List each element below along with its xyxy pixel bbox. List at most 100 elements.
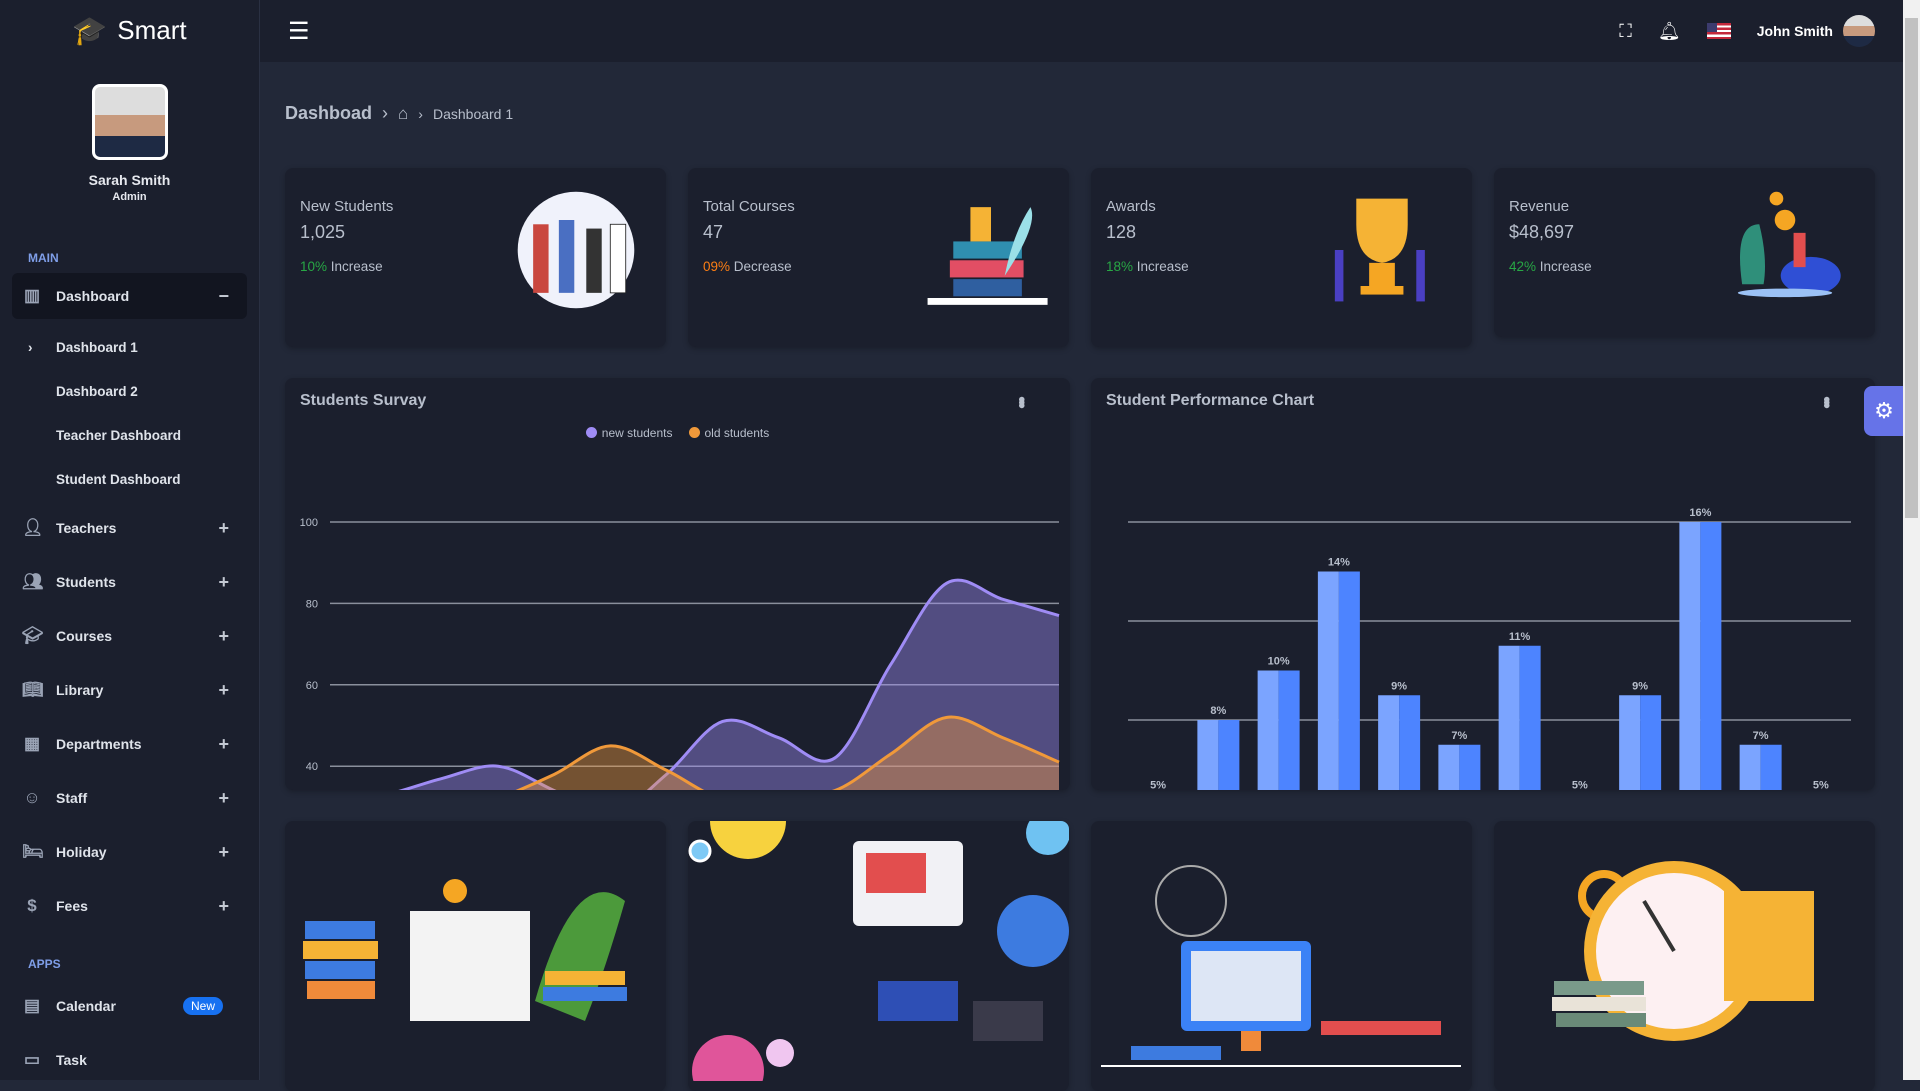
expand-icon: + [218,895,229,916]
label: Courses [56,628,113,644]
label: Holiday [56,844,107,860]
label: Teachers [56,520,117,536]
menu-icon[interactable]: ☰ [288,17,310,46]
stat-percent: 42% [1509,259,1537,274]
bar-data-label: 9% [1632,680,1648,692]
person-icon: 👤︎ [22,518,44,537]
avatar[interactable] [91,84,168,160]
chevron-right-icon: › [28,339,33,355]
sidebar-item-fees[interactable]: $ Fees + [0,879,259,933]
bar-oct[interactable] [1679,522,1701,790]
stat-change: 10% Increase [300,259,383,274]
stat-illustration [1737,191,1841,298]
stat-card-awards: Awards 128 18% Increase [1091,168,1472,347]
expand-icon: + [218,733,229,754]
task-icon: ▭ [23,1050,41,1069]
bar-data-label: 9% [1391,680,1407,692]
y-tick-label: 40 [306,761,318,773]
students-survey-card: Students Survay ••• new students old stud… [285,378,1070,790]
new-badge: New [182,997,223,1015]
label: Dashboard 1 [56,339,138,355]
label: Library [56,682,104,698]
breadcrumb: Dashboad › ⌂ › Dashboard 1 [285,103,513,124]
bar-shade-oct [1700,522,1722,790]
bar-feb[interactable] [1197,720,1219,790]
stat-trend: Increase [1539,259,1592,274]
profile-name: Sarah Smith [88,172,171,188]
sidebar-item-library[interactable]: 📖︎ Library + [0,663,259,717]
sidebar-subitem-student-dashboard[interactable]: Student Dashboard [0,457,259,501]
bar-shade-nov [1760,744,1782,790]
online-learning-illustration [688,821,1069,1091]
stat-value: $48,697 [1509,222,1575,242]
us-flag-icon[interactable] [1706,23,1731,39]
stat-illustration [1334,198,1425,302]
settings-gear-button[interactable]: ⚙ [1864,386,1904,436]
profile-role: Admin [112,191,147,203]
stat-card-revenue: Revenue $48,697 42% Increase [1494,168,1875,337]
bar-jun[interactable] [1438,744,1460,790]
logo[interactable]: 🎓 Smart [0,0,259,60]
sidebar-item-teachers[interactable]: 👤︎ Teachers + [0,501,259,555]
sidebar-subitem-dashboard-1[interactable]: › Dashboard 1 [0,325,259,369]
bar-sep[interactable] [1619,695,1641,790]
sidebar-subitem-teacher-dashboard[interactable]: Teacher Dashboard [0,413,259,457]
sidebar-item-dashboard[interactable]: ▥ Dashboard − [12,273,247,319]
stat-label: Awards [1106,198,1156,215]
page-title: Dashboad [285,103,373,123]
label: Staff [56,790,88,806]
expand-icon: + [218,679,229,700]
label: Departments [56,736,142,752]
sidebar-item-calendar[interactable]: ▤ Calendar New [0,979,259,1033]
chevron-right-icon: › [382,103,389,123]
sidebar-subitem-dashboard-2[interactable]: Dashboard 2 [0,369,259,413]
bar-mar[interactable] [1257,670,1279,791]
bar-data-label: 7% [1753,730,1769,742]
user-avatar[interactable] [1843,15,1875,47]
bar-apr[interactable] [1317,571,1339,791]
stat-percent: 18% [1106,259,1134,274]
bar-shade-sep [1640,695,1662,790]
bar-may[interactable] [1378,695,1400,790]
fullscreen-icon[interactable]: ⛶ [1619,21,1632,42]
stat-change: 18% Increase [1106,259,1189,274]
sidebar-item-holiday[interactable]: 🛏︎ Holiday + [0,825,259,879]
label: Dashboard [56,288,130,304]
sidebar-item-departments[interactable]: ▦ Departments + [0,717,259,771]
bar-shade-feb [1218,720,1240,790]
illustration-card-books [285,821,666,1091]
student-performance-card: Student Performance Chart ••• 5%Jan8%Feb… [1091,378,1875,790]
collapse-icon: − [218,285,229,306]
scrollbar-thumb[interactable] [1905,18,1918,518]
home-icon[interactable]: ⌂ [398,104,408,124]
bar-jul[interactable] [1498,645,1520,790]
page-scrollbar[interactable] [1903,0,1920,1080]
stat-trend: Decrease [733,259,792,274]
user-profile: Sarah Smith Admin [0,84,259,203]
stat-value: 128 [1106,222,1137,242]
sidebar-item-task[interactable]: ▭ Task [0,1033,259,1087]
breadcrumb-current: Dashboard 1 [432,105,514,122]
label: Fees [56,898,88,914]
people-icon: 👥︎ [22,572,44,591]
stat-label: Revenue [1509,198,1570,215]
sidebar: 🎓 Smart Sarah Smith Admin MAIN ▥ Dashboard… [0,0,260,1080]
dollar-circle-icon: $ [27,896,37,915]
bar-shade-jul [1519,645,1541,790]
building-icon: ▦ [23,734,41,753]
bar-nov[interactable] [1739,744,1761,790]
label: Student Dashboard [56,471,181,487]
expand-icon: + [218,571,229,592]
bar-data-label: 14% [1328,557,1350,569]
bar-shade-mar [1278,670,1300,790]
stat-label: New Students [300,198,394,215]
sidebar-item-courses[interactable]: 🎓︎ Courses + [0,609,259,663]
sidebar-item-staff[interactable]: ☺ Staff + [0,771,259,825]
expand-icon: + [218,625,229,646]
reader-icon: 📖︎ [22,680,44,699]
sidebar-item-students[interactable]: 👥︎ Students + [0,555,259,609]
bell-icon[interactable]: 🔔︎ [1658,21,1681,42]
expand-icon: + [218,841,229,862]
user-name[interactable]: John Smith [1757,23,1833,39]
bar-data-label: 8% [1210,705,1226,717]
